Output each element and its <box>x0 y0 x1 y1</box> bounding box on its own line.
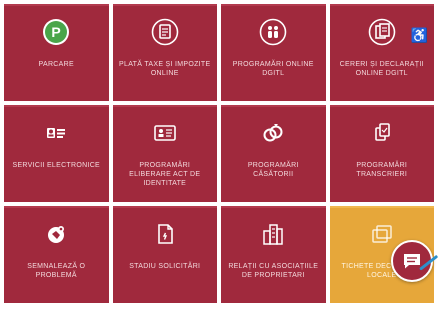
tile-asociatii-proprietari[interactable]: RELAȚII CU ASOCIAȚIILE DE PROPRIETARI <box>221 206 326 303</box>
transcription-documents-icon <box>368 119 396 147</box>
tile-label: RELAȚII CU ASOCIAȚIILE DE PROPRIETARI <box>228 263 319 279</box>
tile-act-identitate[interactable]: PROGRAMĂRI ELIBERARE ACT DE IDENTITATE <box>112 105 217 202</box>
tile-label: PROGRAMĂRI TRANSCRIERI <box>356 162 408 178</box>
forms-document-icon <box>368 18 396 46</box>
tile-stadiu-solicitari[interactable]: STADIU SOLICITĂRI <box>112 206 217 303</box>
tile-casatorii[interactable]: PROGRAMĂRI CĂSĂTORII <box>221 105 326 202</box>
parking-icon: P <box>42 18 70 46</box>
buildings-icon <box>259 220 287 248</box>
tile-label: STADIU SOLICITĂRI <box>129 263 201 270</box>
report-problem-icon <box>42 220 70 248</box>
tile-label: PROGRAMĂRI ELIBERARE ACT DE IDENTITATE <box>129 162 201 187</box>
tile-label: PROGRAMĂRI CĂSĂTORII <box>247 162 299 178</box>
tile-label: PLATĂ TAXE ȘI IMPOZITE ONLINE <box>119 61 211 77</box>
people-appointment-icon <box>259 18 287 46</box>
identity-card-icon <box>151 119 179 147</box>
tile-label: PROGRAMĂRI ONLINE DGITL <box>232 61 314 77</box>
accessibility-icon[interactable]: ♿ <box>411 28 428 42</box>
payment-document-icon <box>151 18 179 46</box>
tile-programari-dgitl[interactable]: PROGRAMĂRI ONLINE DGITL <box>221 4 326 101</box>
tile-parcare[interactable]: P PARCARE <box>4 4 109 101</box>
request-status-icon <box>151 220 179 248</box>
tile-label: SEMNALEAZĂ O PROBLEMĂ <box>27 263 86 279</box>
tile-servicii-electronice[interactable]: SERVICII ELECTRONICE <box>4 105 109 202</box>
tile-label: PARCARE <box>38 61 74 68</box>
id-card-icon <box>42 119 70 147</box>
tile-label: SERVICII ELECTRONICE <box>12 162 101 169</box>
tickets-icon <box>368 220 396 248</box>
tile-label: CERERI ȘI DECLARAȚII ONLINE DGITL <box>339 61 424 77</box>
tile-cereri-declaratii[interactable]: ♿ CERERI ȘI DECLARAȚII ONLINE DGITL <box>329 4 434 101</box>
tile-transcrieri[interactable]: PROGRAMĂRI TRANSCRIERI <box>329 105 434 202</box>
svg-text:P: P <box>52 24 61 40</box>
tile-plata-taxe[interactable]: PLATĂ TAXE ȘI IMPOZITE ONLINE <box>112 4 217 101</box>
wedding-rings-icon <box>259 119 287 147</box>
tile-semnaleaza[interactable]: SEMNALEAZĂ O PROBLEMĂ <box>4 206 109 303</box>
services-grid: P PARCARE PLATĂ TAXE ȘI IMPOZITE ONLINE <box>4 4 434 304</box>
